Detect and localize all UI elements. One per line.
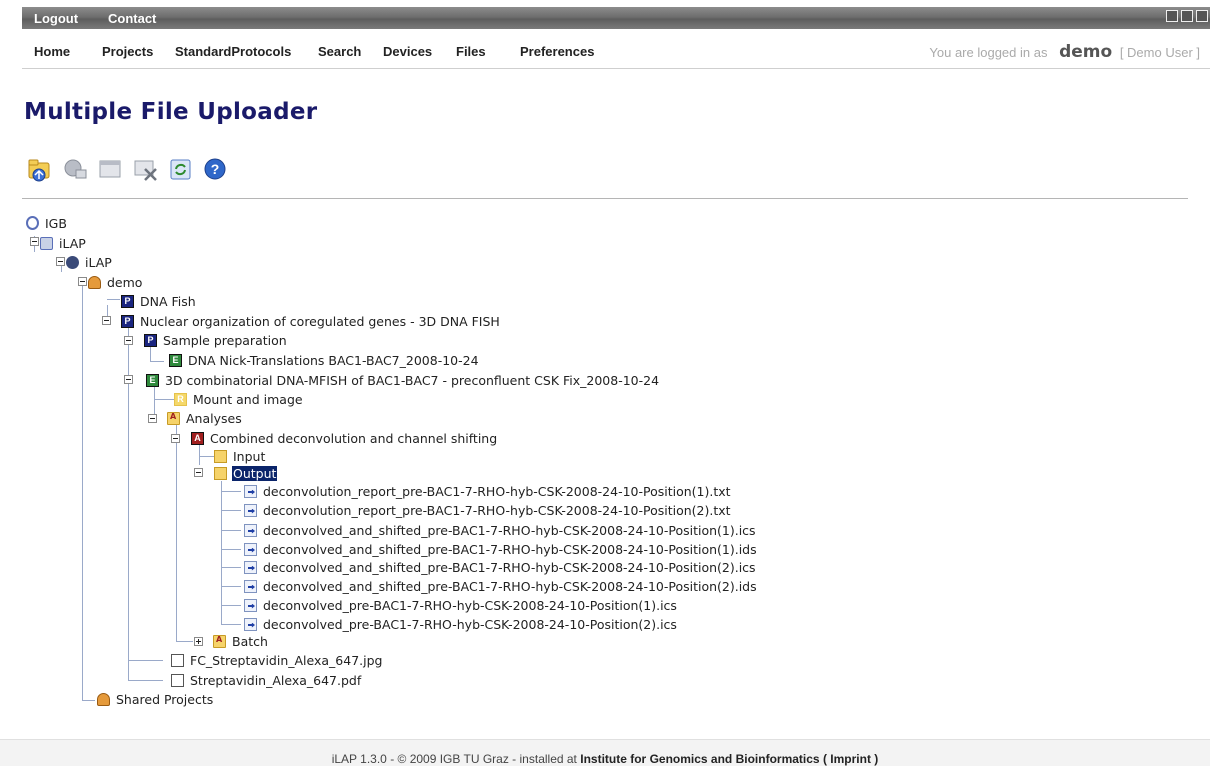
tree-node-label: Shared Projects: [116, 691, 214, 707]
experiment-icon: E: [146, 373, 159, 387]
tree-node-label: deconvolved_and_shifted_pre-BAC1-7-RHO-h…: [263, 522, 756, 538]
tree-node-label: Mount and image: [193, 391, 303, 407]
tree-node-file[interactable]: deconvolution_report_pre-BAC1-7-RHO-hyb-…: [244, 482, 732, 500]
tree-node-step[interactable]: R Mount and image: [174, 390, 304, 408]
step-icon: R: [174, 392, 187, 406]
tree-node-label: demo: [107, 274, 143, 290]
tree-node-label: deconvolved_and_shifted_pre-BAC1-7-RHO-h…: [263, 541, 757, 557]
tree-node-project[interactable]: P DNA Fish: [121, 292, 197, 310]
tree-node-label: Output: [232, 465, 278, 481]
tree-node-project[interactable]: P Sample preparation: [144, 331, 288, 349]
tree-node-file[interactable]: deconvolved_pre-BAC1-7-RHO-hyb-CSK-2008-…: [244, 615, 678, 633]
tree-node-file[interactable]: deconvolved_pre-BAC1-7-RHO-hyb-CSK-2008-…: [244, 596, 678, 614]
experiment-icon: E: [169, 353, 182, 367]
tree-node-label: Input: [233, 448, 266, 464]
footer: iLAP 1.3.0 - © 2009 IGB TU Graz - instal…: [0, 739, 1210, 766]
tree-node-label: Combined deconvolution and channel shift…: [210, 430, 498, 446]
collapse-toggle[interactable]: [56, 257, 65, 266]
tree-node-label: DNA Fish: [140, 293, 196, 309]
project-icon: P: [121, 294, 134, 308]
output-file-icon: [244, 484, 257, 498]
document-icon: [171, 673, 184, 687]
output-file-icon: [244, 617, 257, 631]
tree-node-label: FC_Streptavidin_Alexa_647.jpg: [190, 652, 383, 668]
tree-node-label: Nuclear organization of coregulated gene…: [140, 313, 500, 329]
tree-node-label: deconvolved_pre-BAC1-7-RHO-hyb-CSK-2008-…: [263, 597, 677, 613]
tree-node-input-folder[interactable]: Input: [214, 447, 266, 465]
igb-logo-icon: [26, 216, 39, 230]
output-folder-icon: [214, 466, 227, 480]
tree-node-file[interactable]: deconvolution_report_pre-BAC1-7-RHO-hyb-…: [244, 501, 732, 519]
collapse-toggle[interactable]: [78, 277, 87, 286]
collapse-toggle[interactable]: [102, 316, 111, 325]
tree-node-label: IGB: [45, 215, 67, 231]
tree-node-label: DNA Nick-Translations BAC1-BAC7_2008-10-…: [188, 352, 479, 368]
tree-node-ilap-instance[interactable]: iLAP: [66, 253, 113, 271]
tree-node-file[interactable]: deconvolved_and_shifted_pre-BAC1-7-RHO-h…: [244, 521, 757, 539]
output-file-icon: [244, 523, 257, 537]
users-group-icon: [97, 692, 110, 706]
project-tree: IGB iLAP iLAP demo P DNA Fish P Nuclear …: [0, 0, 1210, 765]
document-icon: [171, 653, 184, 667]
collapse-toggle[interactable]: [148, 414, 157, 423]
collapse-toggle[interactable]: [171, 434, 180, 443]
footer-text: iLAP 1.3.0 - © 2009 IGB TU Graz - instal…: [332, 746, 879, 766]
tree-node-analysis[interactable]: A Combined deconvolution and channel shi…: [191, 429, 498, 447]
tree-node-file[interactable]: Streptavidin_Alexa_647.pdf: [171, 671, 362, 689]
collapse-toggle[interactable]: [124, 336, 133, 345]
tree-node-file[interactable]: deconvolved_and_shifted_pre-BAC1-7-RHO-h…: [244, 577, 758, 595]
collapse-toggle[interactable]: [124, 375, 133, 384]
user-icon: [88, 275, 101, 289]
tree-node-label: deconvolution_report_pre-BAC1-7-RHO-hyb-…: [263, 502, 731, 518]
tree-node-label: deconvolved_and_shifted_pre-BAC1-7-RHO-h…: [263, 578, 757, 594]
output-file-icon: [244, 560, 257, 574]
output-file-icon: [244, 542, 257, 556]
collapse-toggle[interactable]: [194, 468, 203, 477]
output-file-icon: [244, 598, 257, 612]
tree-node-project[interactable]: P Nuclear organization of coregulated ge…: [121, 312, 501, 330]
tree-node-file[interactable]: FC_Streptavidin_Alexa_647.jpg: [171, 651, 383, 669]
instance-icon: [66, 255, 79, 269]
footer-institute-link[interactable]: Institute for Genomics and Bioinformatic…: [580, 752, 819, 766]
tree-node-analyses-folder[interactable]: Analyses: [167, 409, 243, 427]
output-file-icon: [244, 579, 257, 593]
collapse-toggle[interactable]: [30, 237, 39, 246]
tree-node-label: Sample preparation: [163, 332, 287, 348]
tree-node-igb[interactable]: IGB: [26, 214, 68, 232]
tree-node-file[interactable]: deconvolved_and_shifted_pre-BAC1-7-RHO-h…: [244, 540, 758, 558]
tree-node-label: Streptavidin_Alexa_647.pdf: [190, 672, 362, 688]
tree-node-label: Analyses: [186, 410, 242, 426]
tree-node-label: iLAP: [85, 254, 112, 270]
server-icon: [40, 236, 53, 250]
tree-node-label: deconvolved_pre-BAC1-7-RHO-hyb-CSK-2008-…: [263, 616, 677, 632]
tree-node-experiment[interactable]: E 3D combinatorial DNA-MFISH of BAC1-BAC…: [146, 371, 660, 389]
expand-toggle[interactable]: [194, 637, 203, 646]
tree-node-user-demo[interactable]: demo: [88, 273, 143, 291]
tree-node-label: 3D combinatorial DNA-MFISH of BAC1-BAC7 …: [165, 372, 660, 388]
tree-node-ilap-root[interactable]: iLAP: [40, 234, 87, 252]
tree-node-file[interactable]: deconvolved_and_shifted_pre-BAC1-7-RHO-h…: [244, 558, 757, 576]
tree-node-label: Batch: [232, 633, 268, 649]
tree-node-label: deconvolved_and_shifted_pre-BAC1-7-RHO-h…: [263, 559, 756, 575]
folder-icon: [213, 634, 226, 648]
folder-icon: [167, 411, 180, 425]
project-icon: P: [144, 333, 157, 347]
footer-imprint-link[interactable]: ( Imprint ): [823, 752, 878, 766]
analysis-icon: A: [191, 431, 204, 445]
project-icon: P: [121, 314, 134, 328]
input-folder-icon: [214, 449, 227, 463]
output-file-icon: [244, 503, 257, 517]
tree-node-shared-projects[interactable]: Shared Projects: [97, 690, 214, 708]
tree-node-experiment[interactable]: E DNA Nick-Translations BAC1-BAC7_2008-1…: [169, 351, 480, 369]
tree-node-batch-folder[interactable]: Batch: [213, 632, 269, 650]
footer-version: iLAP 1.3.0 - © 2009 IGB TU Graz - instal…: [331, 752, 577, 766]
tree-node-output-folder[interactable]: Output: [214, 464, 278, 482]
tree-node-label: iLAP: [59, 235, 86, 251]
tree-node-label: deconvolution_report_pre-BAC1-7-RHO-hyb-…: [263, 483, 731, 499]
